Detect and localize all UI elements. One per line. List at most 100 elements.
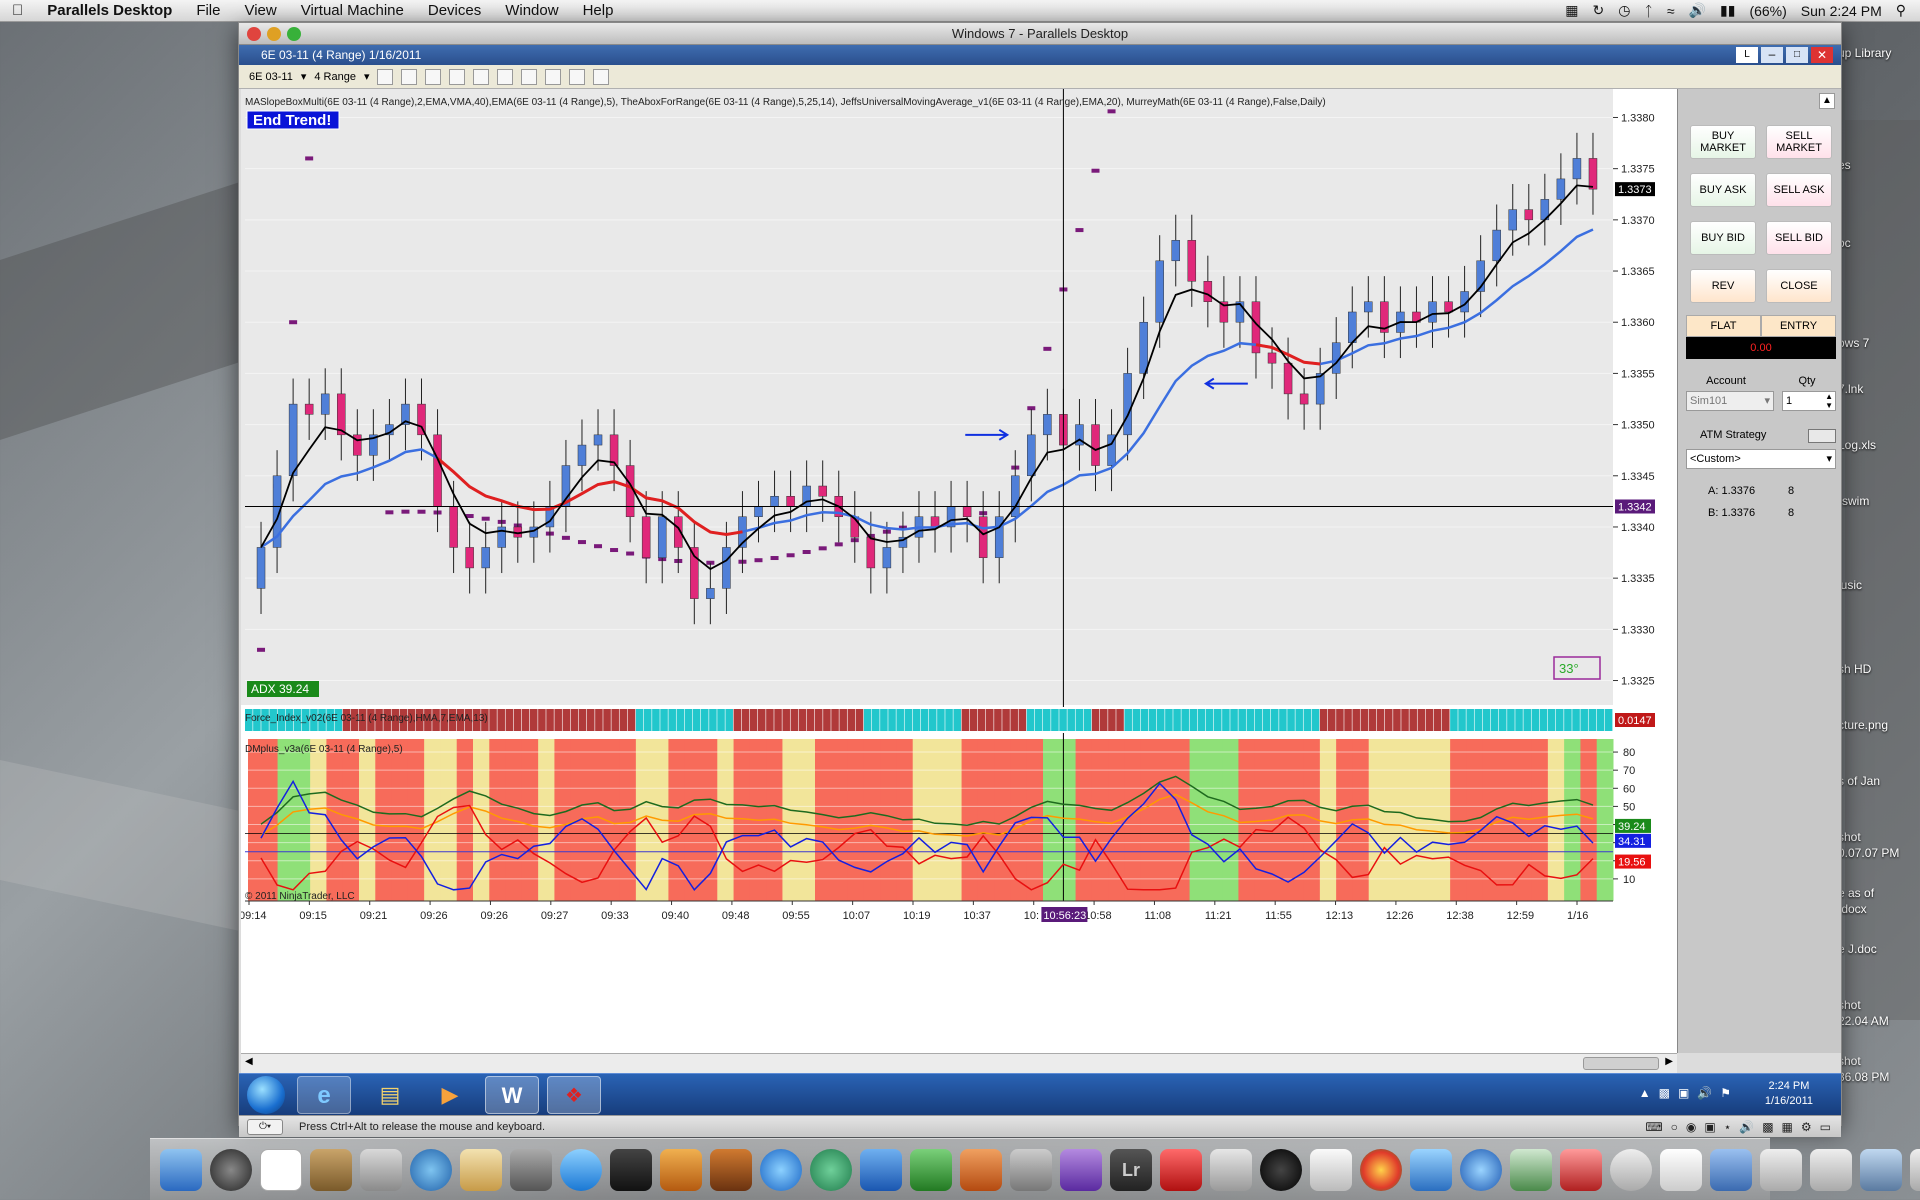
scroll-right-icon[interactable]: ▶ xyxy=(1665,1056,1673,1067)
desktop-label[interactable]: cture.png xyxy=(1838,718,1920,732)
tray-network-icon[interactable]: ▣ xyxy=(1678,1086,1689,1100)
menu-app[interactable]: Parallels Desktop xyxy=(35,2,184,19)
parallels-dock-icon[interactable] xyxy=(1160,1148,1202,1191)
email-dock-icon[interactable] xyxy=(1610,1148,1652,1191)
word-dock-icon[interactable] xyxy=(860,1148,902,1191)
atm-strategy-select[interactable]: <Custom> ▾ xyxy=(1686,449,1836,469)
cd-icon[interactable]: ◉ xyxy=(1686,1116,1696,1138)
link-button[interactable]: L xyxy=(1736,47,1758,63)
wifi-icon[interactable]: ≈ xyxy=(1667,3,1675,19)
desktop-label[interactable]: up Library xyxy=(1838,46,1920,60)
menu-window[interactable]: Window xyxy=(493,2,570,19)
guitar-icon[interactable] xyxy=(710,1148,752,1191)
desktop-label[interactable]: shot xyxy=(1838,1054,1920,1068)
chart-area[interactable]: Force_Index_v02(6E 03-11 (4 Range),HMA,7… xyxy=(239,49,1677,1053)
textedit-icon[interactable] xyxy=(1310,1148,1352,1191)
horizontal-scrollbar[interactable]: ◀ ▶ xyxy=(241,1053,1677,1073)
menu-devices[interactable]: Devices xyxy=(416,2,493,19)
usb-icon[interactable]: ⋆ xyxy=(1724,1116,1732,1138)
chevron-down-icon[interactable]: ▾ xyxy=(1764,392,1770,410)
hdd-icon[interactable]: ▣ xyxy=(1704,1116,1715,1138)
desktop-label[interactable]: rswim xyxy=(1838,494,1920,508)
qty-input[interactable]: 1 ▲ ▼ xyxy=(1782,391,1836,411)
ical-icon[interactable] xyxy=(260,1148,302,1191)
folder-icon[interactable] xyxy=(1710,1148,1752,1191)
buy-bid-button[interactable]: BUY BID xyxy=(1690,221,1756,255)
chevron-down-icon[interactable]: ▾ xyxy=(1826,450,1832,468)
account-select[interactable]: Sim101 ▾ xyxy=(1686,391,1774,411)
desktop-label[interactable]: ows 7 xyxy=(1838,336,1920,350)
desktop-label[interactable]: es xyxy=(1838,158,1920,172)
desktop-label[interactable]: sh HD xyxy=(1838,662,1920,676)
qty-stepper-icon[interactable]: ▲ ▼ xyxy=(1825,392,1833,410)
buy-market-button[interactable]: BUY MARKET xyxy=(1690,125,1756,159)
sync-icon[interactable]: ↻ xyxy=(1593,2,1605,19)
ninja-chart-titlebar[interactable]: 6E 03-11 (4 Range) 1/16/2011 L – □ ✕ xyxy=(239,45,1841,65)
power-icon[interactable]: ⏻▾ xyxy=(247,1119,283,1135)
dollar-icon[interactable] xyxy=(569,68,586,85)
close-chart-button[interactable]: ✕ xyxy=(1811,47,1833,63)
desktop-label[interactable]: e J.doc xyxy=(1838,942,1920,956)
time-machine-icon[interactable] xyxy=(810,1148,852,1191)
desktop-label[interactable]: 7.lnk xyxy=(1838,382,1920,396)
menubar-clock[interactable]: Sun 2:24 PM xyxy=(1801,3,1882,19)
dashboard-icon[interactable] xyxy=(210,1148,252,1191)
scroll-left-icon[interactable]: ◀ xyxy=(245,1056,253,1067)
ie-taskbar-icon[interactable]: e xyxy=(297,1076,351,1114)
iphoto-icon[interactable] xyxy=(310,1148,352,1191)
itunes-icon[interactable] xyxy=(760,1148,802,1191)
media-player-taskbar-icon[interactable]: ▶ xyxy=(423,1076,477,1114)
desktop-label[interactable]: shot xyxy=(1838,830,1920,844)
desktop-label[interactable]: lusic xyxy=(1838,578,1920,592)
crosshair-icon[interactable] xyxy=(449,68,466,85)
stack-icon[interactable] xyxy=(1860,1148,1902,1191)
preview-icon[interactable] xyxy=(1010,1148,1052,1191)
parallels-titlebar[interactable]: Windows 7 - Parallels Desktop xyxy=(239,23,1841,45)
menu-view[interactable]: View xyxy=(232,2,288,19)
settings-icon[interactable]: ⚙ xyxy=(1801,1116,1812,1138)
zoom-icon[interactable] xyxy=(473,68,490,85)
close-window-button[interactable] xyxy=(247,27,261,41)
minimize-chart-button[interactable]: – xyxy=(1761,47,1783,63)
desktop-label[interactable]: Log.xls xyxy=(1838,438,1920,452)
activity-monitor-icon[interactable] xyxy=(1210,1148,1252,1191)
finder-icon[interactable] xyxy=(160,1148,202,1191)
buy-ask-button[interactable]: BUY ASK xyxy=(1690,173,1756,207)
scroll-thumb[interactable] xyxy=(1583,1057,1659,1070)
stack-icon[interactable] xyxy=(1810,1148,1852,1191)
time-machine-icon[interactable]: ◷ xyxy=(1618,2,1630,19)
rev-button[interactable]: REV xyxy=(1690,269,1756,303)
volume-icon[interactable]: 🔊 xyxy=(1689,2,1706,19)
tray-device-icon[interactable]: ▩ xyxy=(1659,1086,1670,1100)
ninjatrader-dock-icon[interactable] xyxy=(1560,1148,1602,1191)
imovie-icon[interactable] xyxy=(610,1148,652,1191)
minimize-window-button[interactable] xyxy=(267,27,281,41)
desktop-label[interactable]: 22.04 AM xyxy=(1838,1014,1920,1028)
menu-help[interactable]: Help xyxy=(571,2,626,19)
excel-dock-icon[interactable] xyxy=(910,1148,952,1191)
sell-market-button[interactable]: SELL MARKET xyxy=(1766,125,1832,159)
tray-flag-icon[interactable]: ⚑ xyxy=(1720,1086,1731,1100)
battery-icon[interactable]: ▮▮ xyxy=(1720,2,1735,19)
atm-settings-button[interactable] xyxy=(1808,429,1836,443)
mail-icon[interactable] xyxy=(360,1148,402,1191)
taskbar-clock[interactable]: 2:24 PM 1/16/2011 xyxy=(1765,1079,1813,1109)
instrument-selector[interactable]: 6E 03-11 xyxy=(249,71,293,83)
document-icon[interactable] xyxy=(1660,1148,1702,1191)
chevron-down-icon[interactable]: ▾ xyxy=(364,70,370,83)
desktop-label[interactable]: oc xyxy=(1838,236,1920,250)
sell-bid-button[interactable]: SELL BID xyxy=(1766,221,1832,255)
close-position-button[interactable]: CLOSE xyxy=(1766,269,1832,303)
aperture-icon[interactable] xyxy=(1260,1148,1302,1191)
coherence-icon[interactable]: ▭ xyxy=(1820,1116,1831,1138)
garageband-icon[interactable] xyxy=(660,1148,702,1191)
tray-arrow-icon[interactable]: ▲ xyxy=(1639,1086,1651,1100)
data-box-icon[interactable] xyxy=(593,68,610,85)
downloads-icon[interactable] xyxy=(1410,1148,1452,1191)
strategies-icon[interactable] xyxy=(521,68,538,85)
address-book-icon[interactable] xyxy=(460,1148,502,1191)
desktop-label[interactable]: 0.07.07 PM xyxy=(1838,846,1920,860)
properties-icon[interactable] xyxy=(545,68,562,85)
shared-folders-icon[interactable]: ▦ xyxy=(1782,1116,1793,1138)
lightroom-icon[interactable]: Lr xyxy=(1110,1148,1152,1191)
